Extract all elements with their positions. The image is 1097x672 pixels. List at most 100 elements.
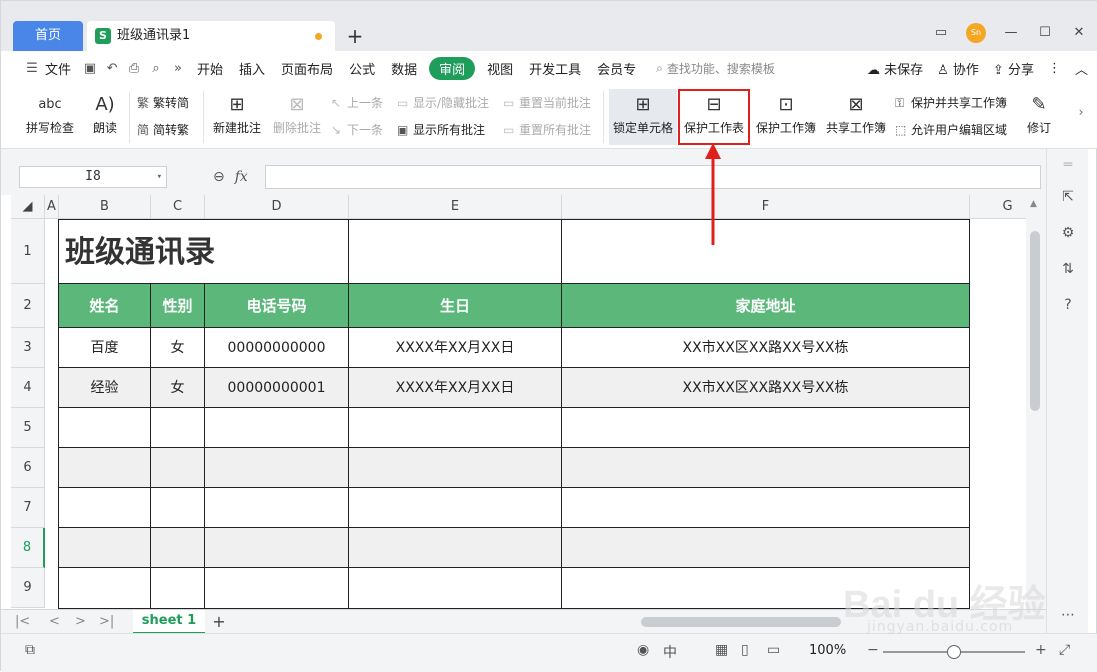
settings-slider-icon[interactable]: ⚙ bbox=[1058, 223, 1078, 243]
page-view-icon[interactable]: ▯ bbox=[741, 642, 749, 658]
zoom-slider[interactable] bbox=[883, 645, 1025, 659]
table-cell[interactable] bbox=[562, 488, 970, 528]
window-layout-icon[interactable]: ▭ bbox=[932, 24, 950, 42]
spell-check-button[interactable]: abc 拼写检查 bbox=[19, 93, 81, 136]
menu-data[interactable]: 数据 bbox=[383, 59, 425, 78]
more-vertical-icon[interactable]: ⋮ bbox=[1048, 61, 1061, 76]
menu-developer[interactable]: 开发工具 bbox=[521, 59, 589, 78]
table-cell[interactable]: 女 bbox=[151, 368, 205, 408]
protect-share-workbook-button[interactable]: ⚿ 保护并共享工作簿 bbox=[895, 94, 1007, 111]
table-cell[interactable]: 00000000000 bbox=[205, 328, 349, 368]
column-header-b[interactable]: B bbox=[59, 195, 151, 219]
column-a-cells[interactable] bbox=[45, 219, 59, 609]
document-tab[interactable]: S 班级通讯录1 bbox=[87, 21, 335, 51]
show-all-comments-button[interactable]: ▣ 显示所有批注 bbox=[397, 121, 485, 138]
table-cell[interactable]: 百度 bbox=[59, 328, 151, 368]
normal-view-icon[interactable]: ▦ bbox=[715, 642, 728, 658]
table-cell[interactable]: 经验 bbox=[59, 368, 151, 408]
protect-sheet-button[interactable]: ⊟ 保护工作表 bbox=[678, 89, 750, 145]
zoom-slider-knob[interactable] bbox=[947, 645, 961, 659]
table-cell[interactable] bbox=[205, 528, 349, 568]
show-hide-comment-button[interactable]: ▭ 显示/隐藏批注 bbox=[397, 94, 489, 111]
table-cell[interactable] bbox=[151, 408, 205, 448]
title-cell[interactable]: 班级通讯录 bbox=[59, 219, 349, 284]
scroll-up-icon[interactable]: ▲ bbox=[1030, 199, 1037, 209]
table-cell[interactable] bbox=[562, 408, 970, 448]
prev-comment-button[interactable]: ↖ 上一条 bbox=[331, 94, 383, 111]
add-sheet-button[interactable]: + bbox=[209, 610, 229, 634]
simp-to-trad-button[interactable]: 简简转繁 bbox=[137, 121, 189, 138]
help-icon[interactable]: ? bbox=[1058, 295, 1078, 315]
save-icon[interactable]: ▣ bbox=[79, 61, 101, 76]
table-cell[interactable] bbox=[59, 408, 151, 448]
horizontal-scroll-thumb[interactable] bbox=[641, 617, 841, 627]
preview-icon[interactable]: ⌕ bbox=[145, 61, 167, 76]
table-cell[interactable]: XXXX年XX月XX日 bbox=[349, 328, 562, 368]
table-cell[interactable] bbox=[349, 408, 562, 448]
input-method-icon[interactable]: 中 bbox=[663, 642, 677, 662]
trad-to-simp-button[interactable]: 繁繁转简 bbox=[137, 94, 189, 111]
sheet-tab[interactable]: sheet 1 bbox=[133, 610, 205, 634]
delete-comment-button[interactable]: ⊠ 删除批注 bbox=[269, 93, 325, 136]
chevron-down-icon[interactable]: ▾ bbox=[157, 167, 162, 187]
table-cell[interactable]: XX市XX区XX路XX号XX栋 bbox=[562, 328, 970, 368]
table-cell[interactable] bbox=[59, 448, 151, 488]
undo-icon[interactable]: ↶ bbox=[101, 61, 123, 76]
column-header-c[interactable]: C bbox=[151, 195, 205, 219]
share-workbook-button[interactable]: ⊠ 共享工作簿 bbox=[823, 93, 889, 136]
table-cell[interactable]: 女 bbox=[151, 328, 205, 368]
last-sheet-icon[interactable]: >| bbox=[99, 614, 114, 629]
cell-e1[interactable] bbox=[349, 219, 562, 284]
cell-f1[interactable] bbox=[562, 219, 970, 284]
first-sheet-icon[interactable]: |< bbox=[15, 614, 30, 629]
close-button[interactable]: ✕ bbox=[1070, 24, 1088, 42]
select-cursor-icon[interactable]: ⇱ bbox=[1058, 187, 1078, 207]
column-header-d[interactable]: D bbox=[205, 195, 349, 219]
table-cell[interactable]: 00000000001 bbox=[205, 368, 349, 408]
row-header-6[interactable]: 6 bbox=[11, 448, 45, 488]
column-header-a[interactable]: A bbox=[45, 195, 59, 219]
menu-view[interactable]: 视图 bbox=[479, 59, 521, 78]
table-cell[interactable] bbox=[205, 408, 349, 448]
maximize-button[interactable]: ☐ bbox=[1036, 24, 1054, 42]
table-cell[interactable] bbox=[59, 488, 151, 528]
table-cell[interactable] bbox=[205, 448, 349, 488]
table-cell[interactable] bbox=[205, 568, 349, 609]
table-cell[interactable]: XXXX年XX月XX日 bbox=[349, 368, 562, 408]
share-button[interactable]: ⇪ 分享 bbox=[993, 59, 1034, 78]
avatar[interactable]: Sn bbox=[966, 23, 986, 43]
ribbon-scroll-right-icon[interactable]: › bbox=[1073, 105, 1089, 119]
row-header-1[interactable]: 1 bbox=[11, 219, 45, 284]
table-cell[interactable] bbox=[205, 488, 349, 528]
column-header-e[interactable]: E bbox=[349, 195, 562, 219]
vertical-scrollbar[interactable]: ▲ bbox=[1026, 195, 1046, 609]
table-cell[interactable] bbox=[151, 528, 205, 568]
header-name[interactable]: 姓名 bbox=[59, 284, 151, 328]
row-header-7[interactable]: 7 bbox=[11, 488, 45, 528]
zoom-out-icon[interactable]: − bbox=[867, 642, 879, 658]
new-comment-button[interactable]: ⊞ 新建批注 bbox=[209, 93, 265, 136]
read-aloud-button[interactable]: A) 朗读 bbox=[85, 93, 125, 136]
table-cell[interactable] bbox=[349, 568, 562, 609]
hamburger-icon[interactable]: ☰ bbox=[21, 61, 43, 76]
book-view-icon[interactable]: ▭ bbox=[767, 642, 780, 658]
row-header-5[interactable]: 5 bbox=[11, 408, 45, 448]
format-icon[interactable]: ⇅ bbox=[1058, 259, 1078, 279]
menu-page-layout[interactable]: 页面布局 bbox=[273, 59, 341, 78]
minimize-button[interactable]: — bbox=[1002, 24, 1020, 42]
header-birthday[interactable]: 生日 bbox=[349, 284, 562, 328]
menu-formula[interactable]: 公式 bbox=[341, 59, 383, 78]
protect-workbook-button[interactable]: ⊡ 保护工作簿 bbox=[753, 93, 819, 136]
row-header-9[interactable]: 9 bbox=[11, 568, 45, 608]
table-cell[interactable] bbox=[349, 528, 562, 568]
table-cell[interactable] bbox=[562, 528, 970, 568]
table-cell[interactable] bbox=[151, 488, 205, 528]
macro-icon[interactable]: ⧉ bbox=[25, 642, 35, 658]
table-cell[interactable] bbox=[151, 448, 205, 488]
zoom-formula-icon[interactable]: ⊖ bbox=[213, 169, 225, 185]
column-header-f[interactable]: F bbox=[562, 195, 970, 219]
allow-edit-range-button[interactable]: ⬚ 允许用户编辑区域 bbox=[895, 121, 1007, 138]
table-cell[interactable] bbox=[349, 488, 562, 528]
zoom-in-icon[interactable]: + bbox=[1035, 642, 1047, 658]
row-header-8[interactable]: 8 bbox=[11, 528, 45, 568]
